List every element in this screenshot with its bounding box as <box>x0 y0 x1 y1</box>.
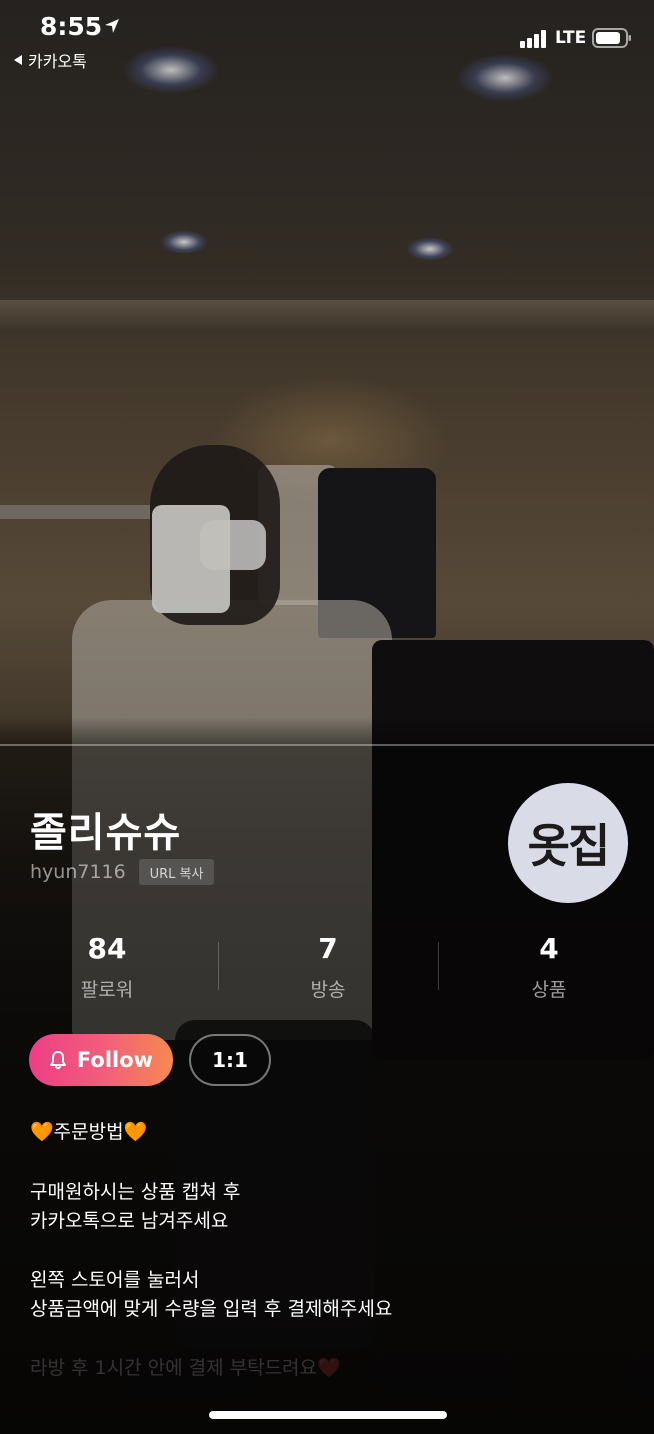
url-copy-button[interactable]: URL 복사 <box>139 859 214 885</box>
stat-divider <box>218 942 219 990</box>
section-divider <box>0 744 654 746</box>
bell-icon <box>49 1051 66 1070</box>
description-line: 카카오톡으로 남겨주세요 <box>30 1210 229 1232</box>
store-logo[interactable]: 옷집 <box>508 783 628 903</box>
description-line: 구매원하시는 상품 캡쳐 후 <box>30 1181 241 1203</box>
stat-followers[interactable]: 84 팔로워 <box>32 932 182 1002</box>
description-line: 왼쪽 스토어를 눌러서 <box>30 1269 200 1291</box>
follow-label: Follow <box>76 1048 154 1072</box>
back-app-label: 카카오톡 <box>28 52 87 71</box>
description-heading: 🧡주문방법🧡 <box>30 1121 148 1143</box>
one-on-one-chat-button[interactable]: 1:1 <box>189 1034 271 1086</box>
products-label: 상품 <box>531 979 567 1001</box>
profile-handle: hyun7116 <box>30 861 126 883</box>
battery-icon <box>592 28 631 48</box>
followers-label: 팔로워 <box>80 979 134 1001</box>
stat-products[interactable]: 4 상품 <box>474 932 624 1002</box>
back-arrow-icon <box>14 55 22 65</box>
broadcasts-count: 7 <box>318 932 338 965</box>
back-to-app-button[interactable]: 카카오톡 <box>14 48 87 72</box>
broadcasts-label: 방송 <box>310 979 346 1001</box>
profile-name: 졸리슈슈 <box>30 810 182 856</box>
home-indicator[interactable] <box>209 1411 447 1419</box>
location-arrow-icon <box>105 19 119 33</box>
follow-button[interactable]: Follow <box>29 1034 173 1086</box>
products-count: 4 <box>539 932 559 965</box>
signal-bars-icon <box>520 30 546 48</box>
network-type: LTE <box>555 28 587 48</box>
description-line-faded: 라방 후 1시간 안에 결제 부탁드려요❤️ <box>30 1357 341 1379</box>
stat-divider <box>438 942 439 990</box>
stat-broadcasts[interactable]: 7 방송 <box>253 932 403 1002</box>
description-line: 상품금액에 맞게 수량을 입력 후 결제해주세요 <box>30 1298 393 1320</box>
followers-count: 84 <box>87 932 127 965</box>
status-time: 8:55 <box>40 12 103 41</box>
